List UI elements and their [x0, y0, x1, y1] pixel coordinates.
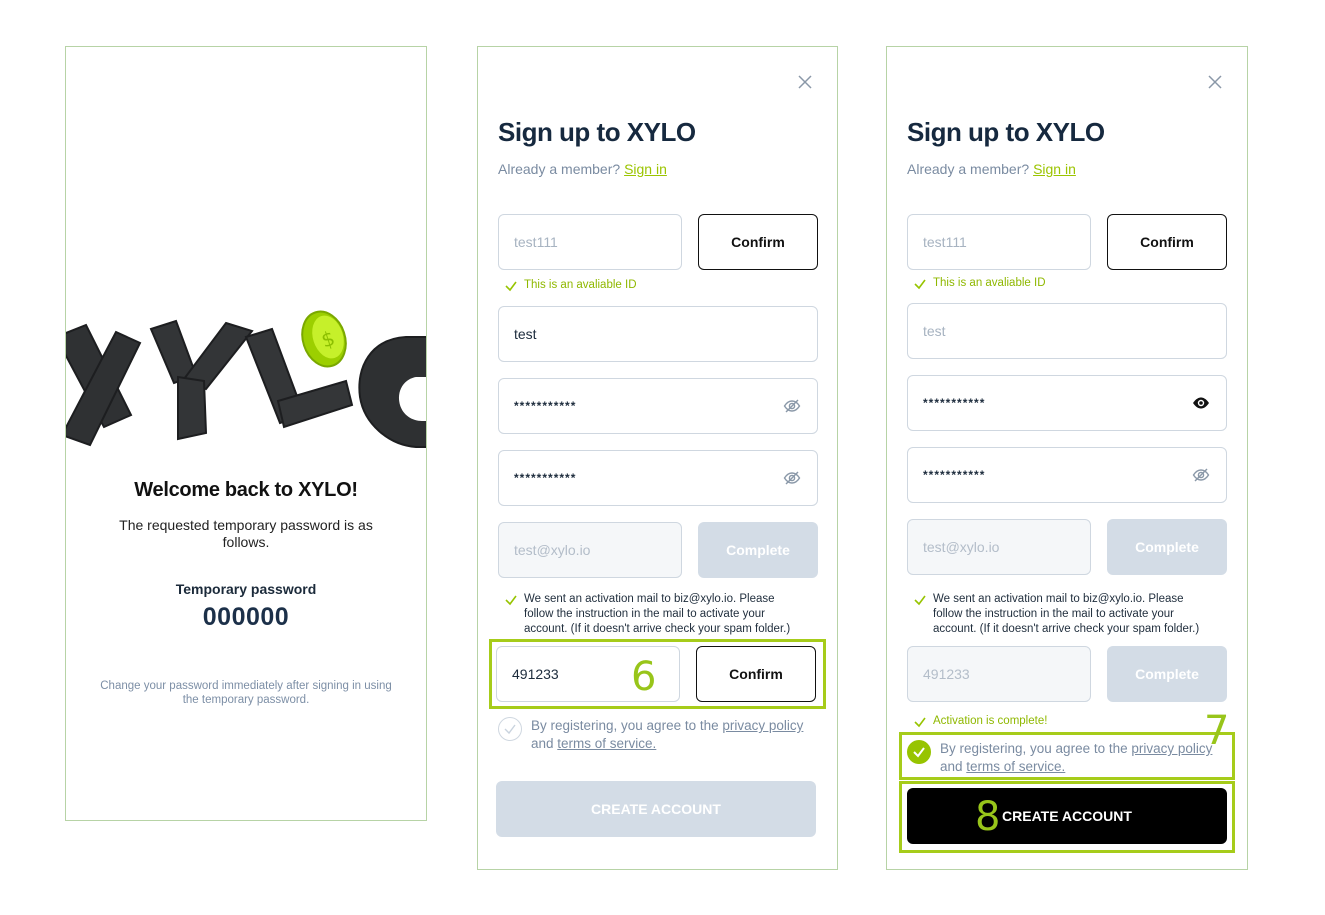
activation-complete-hint: Activation is complete! — [913, 714, 1047, 729]
create-account-button[interactable]: CREATE ACCOUNT — [907, 788, 1227, 844]
signup-panel-step6: Sign up to XYLO Already a member? Sign i… — [477, 46, 838, 870]
check-icon — [505, 595, 517, 606]
password-confirm-value: *********** — [923, 468, 986, 482]
welcome-title: Welcome back to XYLO! — [134, 479, 358, 501]
terms-link[interactable]: terms of service. — [557, 736, 656, 751]
id-input[interactable]: test111 — [498, 214, 682, 270]
password-input-value: *********** — [514, 399, 577, 413]
activation-complete-text: Activation is complete! — [933, 715, 1048, 727]
password-input-value: *********** — [923, 396, 986, 410]
id-confirm-button[interactable]: Confirm — [1107, 214, 1227, 270]
id-available-hint: This is an avaliable ID — [913, 276, 1046, 291]
member-prompt: Already a member? Sign in — [907, 161, 1076, 177]
sign-in-link[interactable]: Sign in — [624, 161, 667, 177]
agree-checkbox[interactable] — [498, 717, 522, 741]
temp-password-value: 000000 — [202, 603, 290, 631]
eye-icon[interactable] — [1192, 394, 1210, 412]
welcome-message: The requested temporary password is as f… — [119, 517, 373, 550]
agree-and: and — [940, 759, 967, 774]
agree-checkbox-checked[interactable] — [907, 740, 931, 764]
code-complete-button[interactable]: Complete — [1107, 646, 1227, 702]
id-input[interactable]: test111 — [907, 214, 1091, 270]
temp-password-label: Temporary password — [175, 581, 317, 597]
activation-code-input[interactable]: 491233 — [907, 646, 1091, 702]
eye-slash-icon[interactable] — [783, 469, 801, 487]
xylo-logo-3d: $ — [66, 310, 426, 448]
member-prompt: Already a member? Sign in — [498, 161, 667, 177]
agreement-text: By registering, you agree to the privacy… — [531, 717, 803, 753]
id-available-text: This is an avaliable ID — [933, 277, 1046, 289]
agree-prefix: By registering, you agree to the — [940, 741, 1132, 756]
email-input-placeholder: test@xylo.io — [923, 539, 1000, 555]
close-icon[interactable] — [796, 73, 814, 91]
agree-and: and — [531, 736, 558, 751]
password-confirm-input[interactable]: *********** — [907, 447, 1227, 503]
code-confirm-button[interactable]: Confirm — [696, 646, 816, 702]
activation-code-value: 491233 — [923, 666, 970, 682]
email-input[interactable]: test@xylo.io — [907, 519, 1091, 575]
agreement-row[interactable]: By registering, you agree to the privacy… — [498, 717, 818, 753]
privacy-policy-link[interactable]: privacy policy — [1131, 741, 1212, 756]
create-account-button[interactable]: CREATE ACCOUNT — [496, 781, 816, 837]
email-complete-button[interactable]: Complete — [698, 522, 818, 578]
id-input-value: test111 — [514, 234, 558, 250]
step-number-8: 8 — [975, 794, 1001, 840]
check-icon — [914, 595, 926, 606]
temp-password-panel: $ Welcome back to XYLO! The requested te… — [65, 46, 427, 821]
terms-link[interactable]: terms of service. — [966, 759, 1065, 774]
check-icon — [504, 724, 516, 735]
id-available-hint: This is an avaliable ID — [504, 278, 637, 293]
step-number-6: 6 — [631, 654, 657, 700]
agreement-row[interactable]: By registering, you agree to the privacy… — [907, 740, 1227, 776]
agreement-text: By registering, you agree to the privacy… — [940, 740, 1212, 776]
password-input[interactable]: *********** — [907, 375, 1227, 431]
activation-sent-hint: We sent an activation mail to biz@xylo.i… — [504, 592, 804, 637]
check-icon — [914, 279, 926, 290]
signup-panel-step78: Sign up to XYLO Already a member? Sign i… — [886, 46, 1248, 870]
sign-in-link[interactable]: Sign in — [1033, 161, 1076, 177]
name-input[interactable]: test — [907, 303, 1227, 359]
name-input-value: test — [923, 323, 946, 339]
name-input-value: test — [514, 326, 537, 342]
check-icon — [913, 747, 925, 758]
agree-prefix: By registering, you agree to the — [531, 718, 723, 733]
name-input[interactable]: test — [498, 306, 818, 362]
eye-slash-icon[interactable] — [1192, 466, 1210, 484]
email-complete-button[interactable]: Complete — [1107, 519, 1227, 575]
activation-code-value: 491233 — [512, 666, 559, 682]
activation-sent-text: We sent an activation mail to biz@xylo.i… — [933, 593, 1200, 635]
close-icon[interactable] — [1206, 73, 1224, 91]
password-input[interactable]: *********** — [498, 378, 818, 434]
password-confirm-value: *********** — [514, 471, 577, 485]
eye-slash-icon[interactable] — [783, 397, 801, 415]
signup-title: Sign up to XYLO — [907, 117, 1105, 147]
privacy-policy-link[interactable]: privacy policy — [722, 718, 803, 733]
id-confirm-button[interactable]: Confirm — [698, 214, 818, 270]
password-confirm-input[interactable]: *********** — [498, 450, 818, 506]
member-prompt-text: Already a member? — [907, 161, 1030, 177]
id-input-value: test111 — [923, 234, 967, 250]
check-icon — [914, 717, 926, 728]
change-password-note: Change your password immediately after s… — [100, 680, 392, 706]
email-input-placeholder: test@xylo.io — [514, 542, 591, 558]
activation-sent-hint: We sent an activation mail to biz@xylo.i… — [913, 592, 1213, 637]
signup-title: Sign up to XYLO — [498, 117, 696, 147]
check-icon — [505, 281, 517, 292]
member-prompt-text: Already a member? — [498, 161, 621, 177]
email-input[interactable]: test@xylo.io — [498, 522, 682, 578]
id-available-text: This is an avaliable ID — [524, 279, 637, 291]
activation-sent-text: We sent an activation mail to biz@xylo.i… — [524, 593, 791, 635]
